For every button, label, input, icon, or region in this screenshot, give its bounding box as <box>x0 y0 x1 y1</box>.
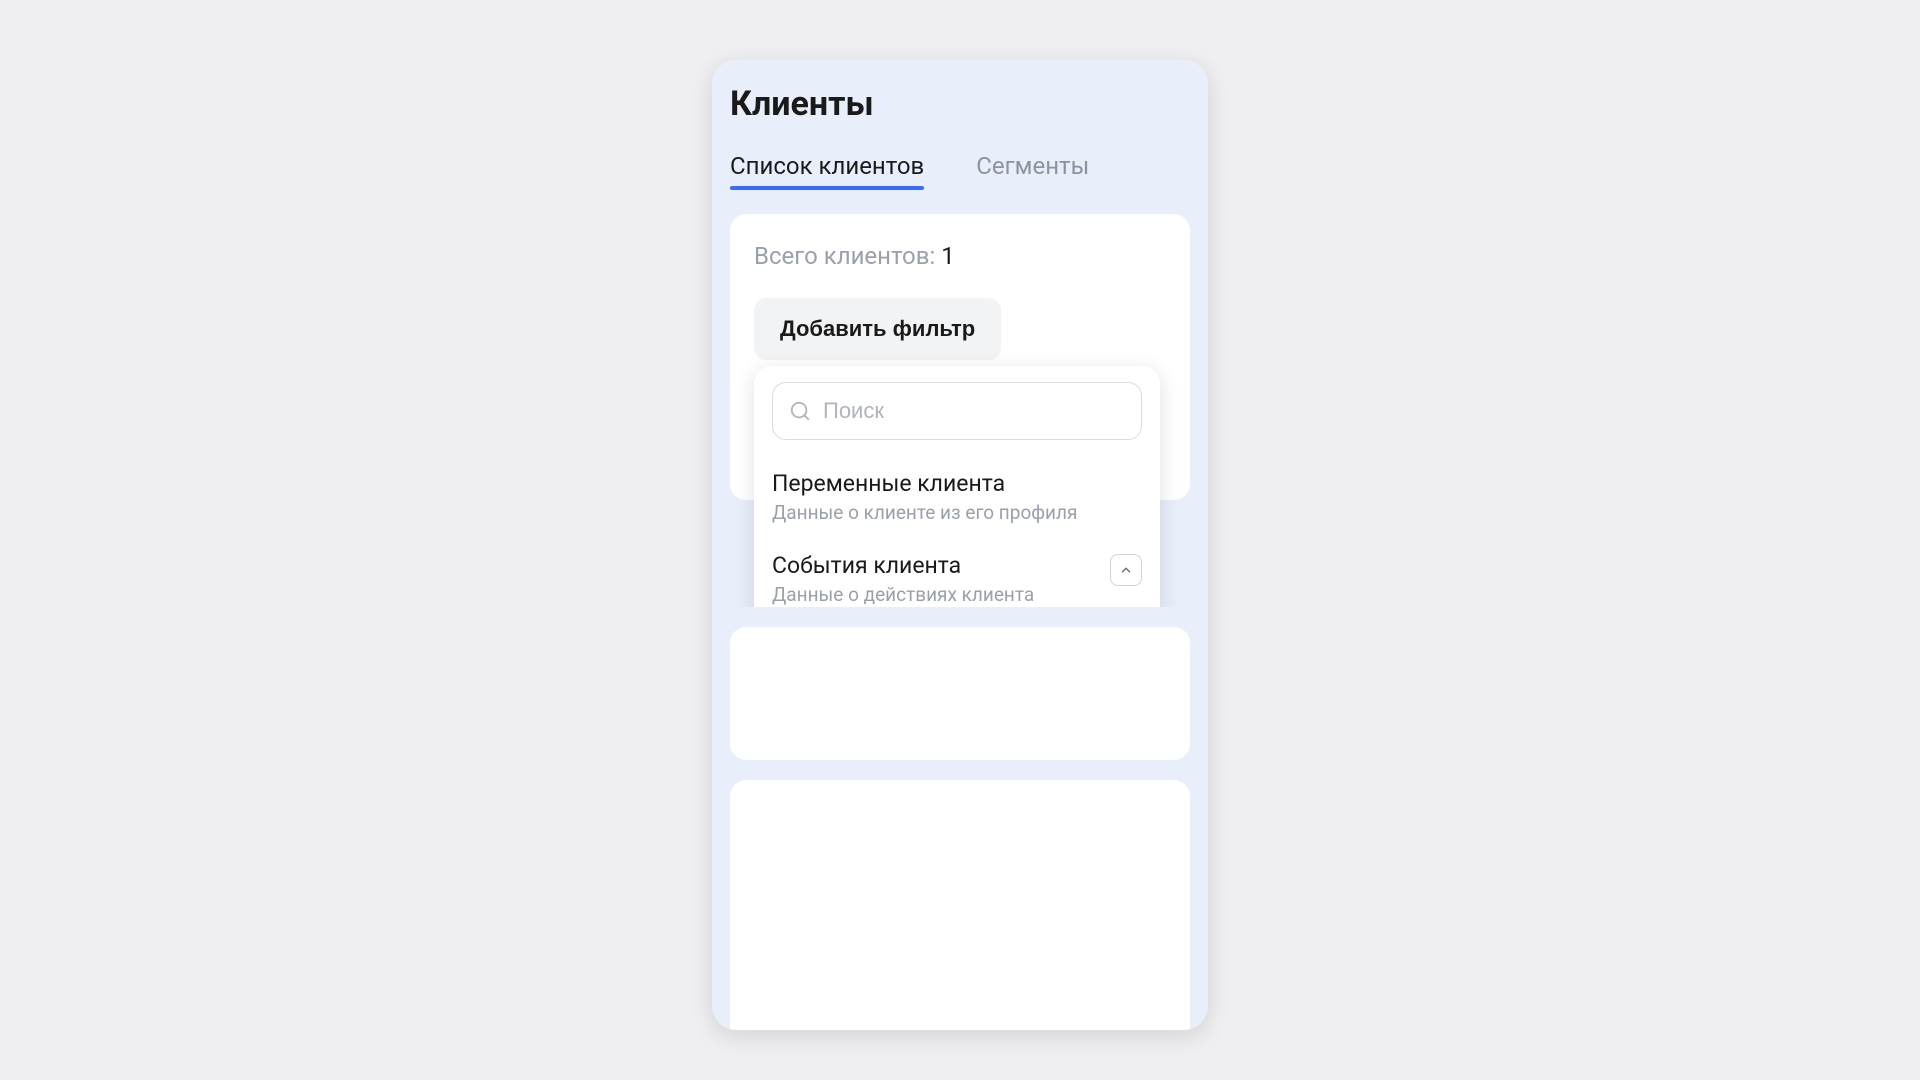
tabs: Список клиентов Сегменты <box>730 152 1190 190</box>
panel-header: Клиенты Список клиентов Сегменты <box>712 60 1208 190</box>
client-count: Всего клиентов: 1 <box>754 242 1166 270</box>
tab-segments[interactable]: Сегменты <box>976 152 1089 190</box>
search-icon <box>789 400 811 422</box>
section-header-variables[interactable]: Переменные клиента Данные о клиенте из е… <box>772 470 1142 524</box>
content-card: Всего клиентов: 1 Добавить фильтр <box>730 214 1190 500</box>
search-wrap <box>754 382 1160 454</box>
background-strip <box>712 607 1208 627</box>
section-title: События клиента <box>772 552 1034 579</box>
background-strip <box>712 760 1208 780</box>
count-label: Всего клиентов: <box>754 242 941 270</box>
tab-client-list[interactable]: Список клиентов <box>730 152 924 190</box>
add-filter-button[interactable]: Добавить фильтр <box>754 298 1001 360</box>
background-card <box>730 780 1190 1030</box>
section-client-variables[interactable]: Переменные клиента Данные о клиенте из е… <box>754 454 1160 536</box>
clients-panel: Клиенты Список клиентов Сегменты Всего к… <box>712 60 1208 1030</box>
section-subtitle: Данные о клиенте из его профиля <box>772 501 1077 524</box>
chevron-up-icon <box>1119 563 1133 577</box>
search-input[interactable] <box>823 398 1125 424</box>
section-header-events[interactable]: События клиента Данные о действиях клиен… <box>772 552 1142 606</box>
search-box[interactable] <box>772 382 1142 440</box>
section-subtitle: Данные о действиях клиента <box>772 583 1034 606</box>
count-value: 1 <box>941 242 955 270</box>
page-title: Клиенты <box>730 84 1190 124</box>
background-card <box>730 627 1190 760</box>
main-area: Всего клиентов: 1 Добавить фильтр <box>712 190 1208 500</box>
section-title: Переменные клиента <box>772 470 1077 497</box>
collapse-button[interactable] <box>1110 554 1142 586</box>
